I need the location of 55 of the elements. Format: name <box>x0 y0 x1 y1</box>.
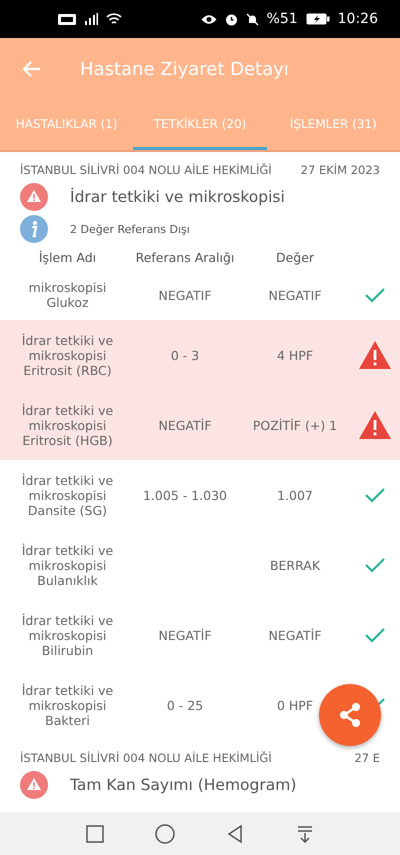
visit-date: 27 EKİM 2023 <box>300 163 380 177</box>
warning-icon <box>20 183 48 211</box>
test-name: İdrar tetkiki ve mikroskopisi Bulanıklık <box>20 542 114 588</box>
facility-name: İSTANBUL SİLİVRİ 004 NOLU AİLE HEKİMLİĞİ <box>20 163 272 177</box>
screen-title: Hastane Ziyaret Detayı <box>80 58 289 80</box>
out-of-range-note: 2 Değer Referans Dışı <box>70 222 190 236</box>
test-name: İdrar tetkiki ve mikroskopisi Eritrosit (RBC) <box>20 332 114 378</box>
battery-percent: %51 <box>266 11 298 27</box>
warning-icon <box>358 410 392 440</box>
result-value: 0 HPF <box>276 698 314 712</box>
reference-range: 0 - 3 <box>170 348 200 362</box>
visit-date: 27 E <box>354 751 380 765</box>
share-button[interactable] <box>319 684 381 746</box>
column-header: Değer <box>274 250 316 264</box>
test-name: İdrar tetkiki ve mikroskopisi Bilirubin <box>20 612 114 658</box>
check-icon <box>364 287 386 303</box>
facility-name: İSTANBUL SİLİVRİ 004 NOLU AİLE HEKİMLİĞİ <box>20 751 272 765</box>
info-icon <box>20 215 48 243</box>
warning-icon <box>358 340 392 370</box>
tab[interactable]: HASTALIKLAR (1) <box>0 100 134 150</box>
result-value: POZİTİF (+) 1 <box>252 418 338 432</box>
wifi-icon <box>106 12 122 26</box>
column-header: Referans Aralığı <box>134 250 236 264</box>
reference-range: 0 - 25 <box>166 698 204 712</box>
clock-time: 10:26 <box>338 11 378 27</box>
result-value: NEGATİF <box>267 628 323 642</box>
tab[interactable]: İŞLEMLER (31) <box>266 100 400 150</box>
recents-button[interactable] <box>84 822 106 844</box>
result-value: 1.007 <box>276 488 314 502</box>
reference-range: 1.005 - 1.030 <box>142 488 228 502</box>
reference-range: NEGATIF <box>157 288 213 302</box>
test-name: İdrar tetkiki ve mikroskopisi Bakteri <box>20 682 114 728</box>
signal-icon <box>84 13 98 25</box>
muted-bell-icon <box>246 12 259 26</box>
test-title: İdrar tetkiki ve mikroskopisi <box>70 188 285 206</box>
battery-icon <box>306 13 330 25</box>
result-value: NEGATIF <box>267 288 323 302</box>
warning-icon <box>20 771 48 799</box>
test-name: İdrar tetkiki ve mikroskopisi Eritrosit (HGB) <box>20 402 114 448</box>
column-header: İşlem Adı <box>38 250 98 264</box>
tab[interactable]: TETKİKLER (20) <box>133 100 267 150</box>
volte-icon <box>58 14 76 24</box>
check-icon <box>364 487 386 503</box>
check-icon <box>364 557 386 573</box>
result-value: 4 HPF <box>276 348 314 362</box>
test-name: mikroskopisi Glukoz <box>28 280 108 310</box>
reference-range: NEGATİF <box>157 418 213 432</box>
reference-range: NEGATİF <box>157 628 213 642</box>
test-title: Tam Kan Sayımı (Hemogram) <box>70 776 296 794</box>
home-button[interactable] <box>154 822 176 844</box>
eye-icon <box>200 14 217 24</box>
test-name: İdrar tetkiki ve mikroskopisi Dansite (SG) <box>20 472 114 518</box>
result-value: BERRAK <box>268 558 322 572</box>
check-icon <box>364 627 386 643</box>
alarm-icon <box>224 12 238 26</box>
